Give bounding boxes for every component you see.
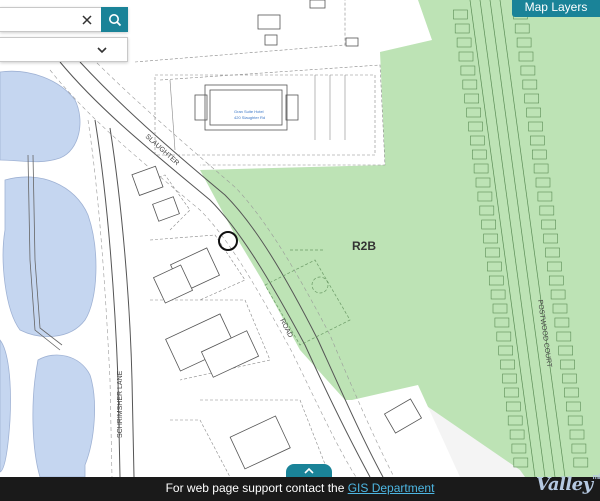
residential-lot: [502, 373, 517, 384]
svg-text:420 Slaughter Rd: 420 Slaughter Rd: [234, 115, 265, 120]
residential-lot: [530, 135, 545, 146]
residential-lot: [522, 79, 538, 90]
residential-lot: [571, 443, 587, 454]
residential-lot: [456, 37, 472, 48]
road-label-schrimsher: SCHRIMSHER LANE: [117, 370, 124, 438]
residential-lot: [569, 429, 585, 440]
zoning-label: R2B: [352, 239, 376, 253]
footer-text: For web page support contact the: [165, 481, 348, 495]
residential-lot: [520, 65, 536, 76]
residential-lot: [475, 177, 491, 188]
residential-lot: [526, 107, 541, 118]
residential-lot: [498, 345, 514, 356]
residential-lot: [483, 233, 498, 244]
residential-lot: [504, 387, 519, 398]
water-pond-3: [32, 354, 95, 478]
chevron-down-icon: [97, 47, 107, 54]
residential-lot: [560, 359, 575, 370]
chevron-up-icon: [304, 467, 314, 474]
residential-lot: [487, 261, 502, 272]
residential-lot: [528, 121, 543, 132]
residential-lot: [496, 331, 512, 342]
residential-lot: [548, 275, 564, 286]
hotel-annotation: Gran Suite Hotel: [234, 109, 264, 114]
residential-lot: [550, 289, 566, 300]
residential-lot: [562, 373, 577, 384]
collapse-footer-button[interactable]: [286, 464, 332, 478]
residential-lot: [514, 23, 530, 34]
residential-lot: [488, 275, 504, 286]
layer-select-dropdown[interactable]: [0, 37, 128, 62]
residential-lot: [564, 387, 579, 398]
residential-lot: [490, 289, 506, 300]
residential-lot: [554, 317, 570, 328]
residential-lot: [558, 345, 574, 356]
residential-lot: [573, 457, 589, 468]
gis-department-link[interactable]: GIS Department: [348, 481, 435, 495]
residential-lot: [531, 149, 547, 160]
residential-lot: [492, 303, 508, 314]
search-button[interactable]: [101, 7, 128, 32]
residential-lot: [466, 107, 481, 118]
residential-lot: [513, 457, 529, 468]
map-layers-button[interactable]: Map Layers: [512, 0, 600, 17]
residential-lot: [454, 23, 470, 34]
close-icon: [82, 14, 92, 25]
residential-lot: [539, 205, 555, 216]
residential-lot: [507, 415, 523, 426]
residential-lot: [547, 261, 562, 272]
residential-lot: [556, 331, 572, 342]
residential-lot: [552, 303, 568, 314]
residential-lot: [511, 443, 527, 454]
residential-lot: [567, 415, 583, 426]
residential-lot: [565, 401, 581, 412]
residential-lot: [505, 401, 521, 412]
residential-lot: [541, 219, 557, 230]
residential-lot: [453, 9, 468, 20]
residential-lot: [458, 51, 474, 62]
residential-lot: [470, 135, 485, 146]
residential-lot: [509, 429, 525, 440]
residential-lot: [477, 191, 493, 202]
residential-lot: [460, 65, 476, 76]
residential-lot: [481, 219, 497, 230]
residential-lot: [471, 149, 487, 160]
residential-lot: [543, 233, 558, 244]
residential-lot: [537, 191, 553, 202]
map-canvas[interactable]: Gran Suite Hotel 420 Slaughter Rd SLAUGH…: [0, 0, 600, 501]
residential-lot: [464, 93, 480, 104]
residential-lot: [494, 317, 510, 328]
valleymls-logo: Valleymls.com: [536, 474, 600, 495]
residential-lot: [473, 163, 489, 174]
clear-search-button[interactable]: [76, 8, 98, 31]
footer-bar: For web page support contact the GIS Dep…: [0, 477, 600, 501]
residential-lot: [533, 163, 549, 174]
residential-lot: [500, 359, 515, 370]
residential-lot: [485, 247, 500, 258]
search-input[interactable]: [0, 8, 80, 31]
search-icon: [108, 13, 121, 26]
residential-lot: [468, 121, 483, 132]
residential-lot: [524, 93, 540, 104]
residential-lot: [535, 177, 551, 188]
residential-lot: [516, 37, 532, 48]
residential-lot: [462, 79, 478, 90]
residential-lot: [479, 205, 495, 216]
residential-lot: [545, 247, 560, 258]
residential-lot: [518, 51, 534, 62]
